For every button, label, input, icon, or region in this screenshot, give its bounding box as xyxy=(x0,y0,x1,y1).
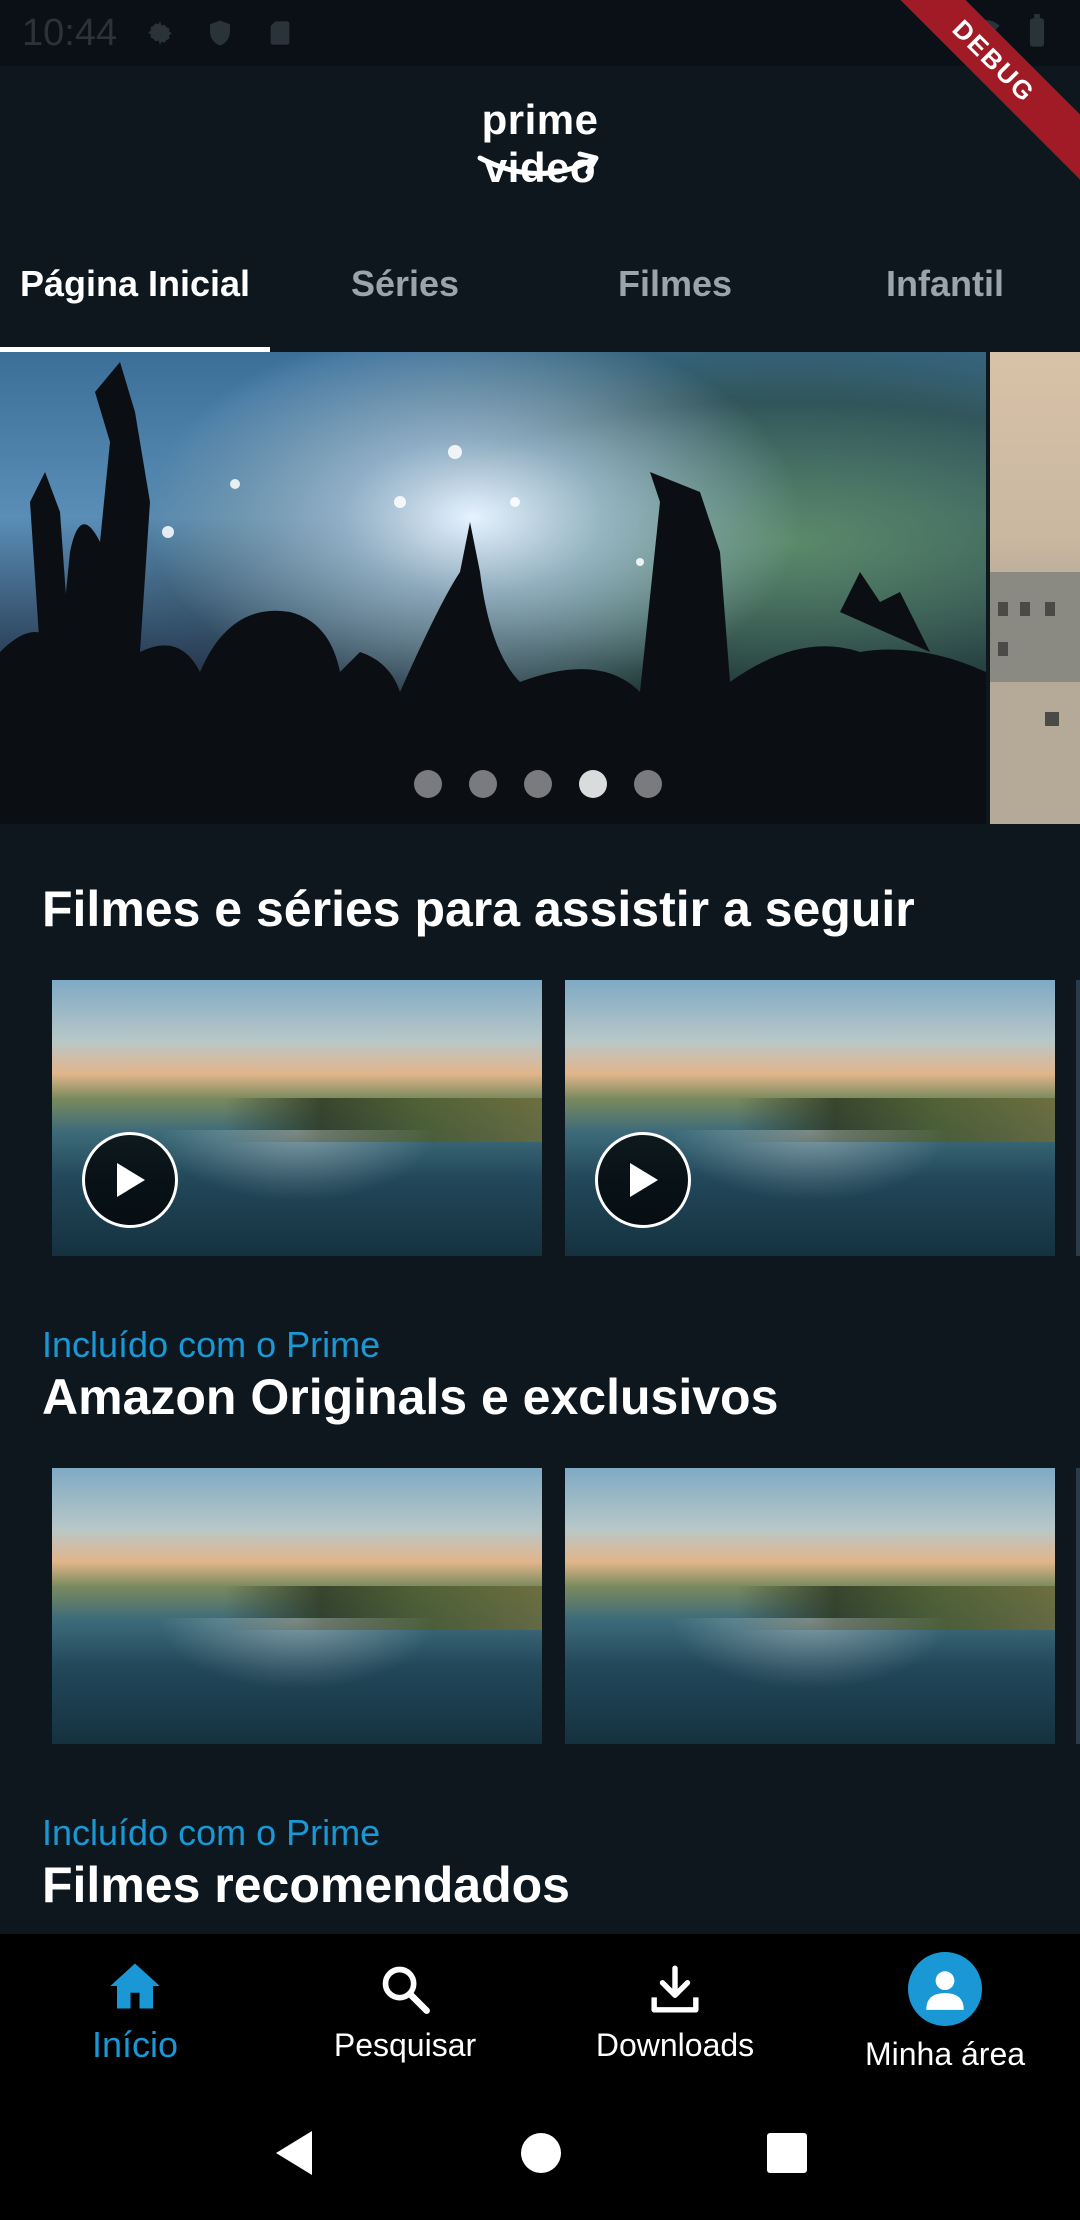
video-card[interactable] xyxy=(52,980,542,1256)
back-icon[interactable] xyxy=(272,2129,316,2182)
nav-downloads[interactable]: Downloads xyxy=(540,1934,810,2090)
nav-label: Início xyxy=(91,2024,179,2065)
nav-label: Downloads xyxy=(595,2026,755,2063)
section-title-amazon-originals: Amazon Originals e exclusivos xyxy=(42,1369,779,1425)
carousel-dot[interactable] xyxy=(524,770,552,798)
nav-minha-area[interactable]: Minha área xyxy=(810,1934,1080,2090)
carousel-dot[interactable] xyxy=(469,770,497,798)
system-navigation-bar xyxy=(0,2090,1080,2220)
nav-pesquisar[interactable]: Pesquisar xyxy=(270,1934,540,2090)
video-card[interactable] xyxy=(52,1468,542,1744)
carousel-indicator xyxy=(414,770,662,798)
sd-card-icon xyxy=(263,16,297,50)
section-title-continue-watching: Filmes e séries para assistir a seguir xyxy=(42,881,915,937)
nav-label: Pesquisar xyxy=(333,2026,477,2063)
play-button[interactable] xyxy=(82,1132,178,1228)
video-card[interactable] xyxy=(565,980,1055,1256)
profile-avatar-icon xyxy=(908,1951,982,2026)
tab-infantil[interactable]: Infantil xyxy=(810,216,1080,352)
hero-banner-next[interactable] xyxy=(990,352,1080,824)
recents-icon[interactable] xyxy=(766,2132,808,2179)
hero-carousel[interactable] xyxy=(0,352,1080,824)
tab-filmes[interactable]: Filmes xyxy=(540,216,810,352)
concert-crowd-silhouette xyxy=(0,362,986,824)
home-icon xyxy=(108,1958,162,2014)
tab-series[interactable]: Séries xyxy=(270,216,540,352)
nav-inicio[interactable]: Início xyxy=(0,1934,270,2090)
carousel-dot[interactable] xyxy=(634,770,662,798)
prime-video-logo: prime video xyxy=(420,96,660,191)
next-card-peek[interactable] xyxy=(1076,980,1080,1256)
carousel-dot-active[interactable] xyxy=(579,770,607,798)
settings-icon xyxy=(143,16,177,50)
hero-banner-concert[interactable] xyxy=(0,352,986,824)
smile-arrow-icon xyxy=(477,151,599,176)
bottom-navigation: Início Pesquisar Downloads Minha área xyxy=(0,1934,1080,2090)
section-subtitle: Incluído com o Prime xyxy=(42,1324,381,1365)
status-time: 10:44 xyxy=(22,11,118,54)
shield-icon xyxy=(203,16,237,50)
city-buildings xyxy=(990,572,1080,824)
play-icon xyxy=(117,1163,145,1197)
nav-label: Minha área xyxy=(864,2035,1026,2072)
next-card-peek[interactable] xyxy=(1076,1468,1080,1744)
section-title-recommended-movies: Filmes recomendados xyxy=(42,1857,570,1913)
download-icon xyxy=(650,1961,700,2017)
video-card[interactable] xyxy=(565,1468,1055,1744)
play-icon xyxy=(630,1163,658,1197)
tab-pagina-inicial[interactable]: Página Inicial xyxy=(0,216,270,352)
app-header: prime video xyxy=(0,66,1080,216)
top-tabs: Página Inicial Séries Filmes Infantil xyxy=(0,216,1080,352)
battery-icon xyxy=(1020,14,1054,48)
home-circle-icon[interactable] xyxy=(519,2131,563,2180)
search-icon xyxy=(379,1961,431,2017)
section-subtitle: Incluído com o Prime xyxy=(42,1812,381,1853)
carousel-dot[interactable] xyxy=(414,770,442,798)
play-button[interactable] xyxy=(595,1132,691,1228)
